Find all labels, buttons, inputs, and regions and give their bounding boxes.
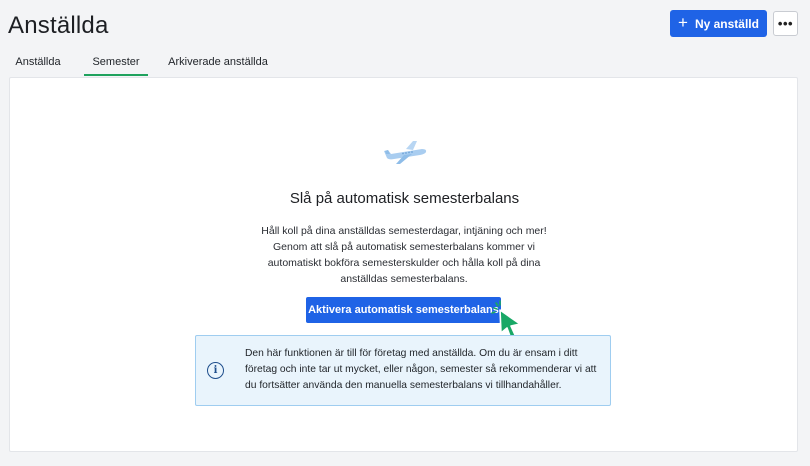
- tab-label: Anställda: [15, 56, 61, 68]
- new-employee-button[interactable]: + Ny anställd: [670, 10, 767, 37]
- info-icon: i: [207, 362, 224, 379]
- page-title: Anställda: [8, 12, 109, 39]
- more-horizontal-icon: •••: [777, 16, 794, 31]
- tab-semester[interactable]: Semester: [84, 50, 148, 76]
- plus-icon: +: [678, 13, 688, 32]
- section-description: Håll koll på dina anställdas semesterdag…: [261, 225, 547, 285]
- info-text: Den här funktionen är till för företag m…: [245, 348, 597, 391]
- info-callout: i Den här funktionen är till för företag…: [195, 335, 611, 406]
- section-heading: Slå på automatisk semesterbalans: [289, 190, 520, 207]
- more-options-button[interactable]: •••: [773, 11, 798, 36]
- activate-vacation-balance-button[interactable]: Aktivera automatisk semesterbalans: [306, 297, 501, 323]
- tab-label: Semester: [92, 56, 140, 68]
- tab-arkiverade-anstallda[interactable]: Arkiverade anställda: [164, 50, 272, 76]
- vacation-balance-card: Slå på automatisk semesterbalans Håll ko…: [9, 77, 798, 452]
- tab-bar: Anställda Semester Arkiverade anställda: [0, 50, 810, 76]
- airplane-icon: [384, 141, 427, 164]
- new-employee-label: Ny anställd: [694, 16, 759, 31]
- tab-anstallda[interactable]: Anställda: [8, 50, 68, 76]
- tab-label: Arkiverade anställda: [168, 56, 268, 68]
